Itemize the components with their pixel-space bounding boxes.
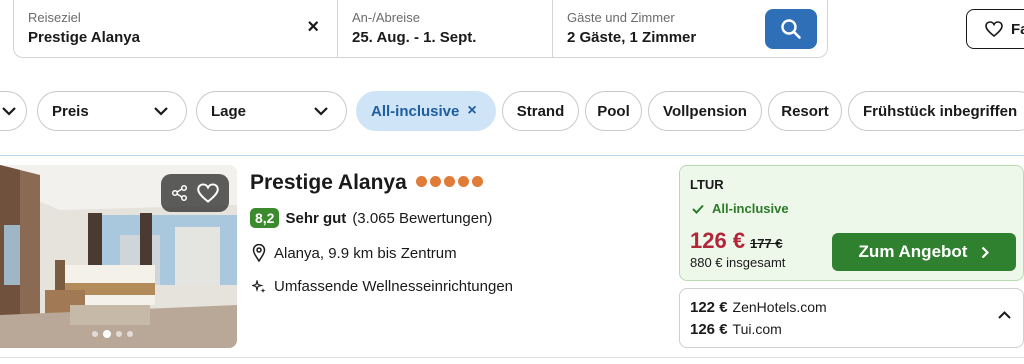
star-icon [430, 176, 441, 187]
main-offer[interactable]: LTUR All-inclusive 126 € 177 € 880 € ins… [679, 165, 1024, 281]
carousel-dot[interactable] [116, 331, 122, 337]
favorites-button[interactable]: Fa [966, 9, 1024, 49]
amenity-text: Umfassende Wellnesseinrichtungen [274, 278, 514, 295]
hotel-stars [416, 176, 483, 187]
offer-old-price: 177 € [750, 236, 783, 251]
other-offer-price: 122 € [690, 299, 728, 316]
filter-chip-location[interactable]: Lage [196, 91, 347, 131]
other-offer-row[interactable]: 122 € ZenHotels.com [690, 299, 827, 316]
offer-inclusion-text: All-inclusive [712, 201, 789, 216]
dates-label: An-/Abreise [352, 10, 420, 25]
search-icon [781, 19, 801, 39]
filter-chip-label: Preis [52, 102, 89, 120]
filter-chip-beach[interactable]: Strand [502, 91, 579, 131]
card-bottom-border [0, 357, 1024, 358]
filter-chip-label: Pool [597, 102, 630, 120]
sparkle-icon [252, 279, 266, 293]
filter-chip-label: Resort [781, 102, 829, 120]
offer-inclusion: All-inclusive [692, 201, 789, 216]
search-bar: Reiseziel Prestige Alanya × An-/Abreise … [13, 0, 828, 58]
view-deal-label: Zum Angebot [858, 242, 968, 261]
filter-chip-price[interactable]: Preis [37, 91, 187, 131]
heart-icon[interactable] [197, 183, 219, 203]
destination-label: Reiseziel [28, 10, 81, 25]
carousel-dot[interactable] [103, 330, 111, 338]
destination-value[interactable]: Prestige Alanya [28, 29, 323, 46]
star-icon [458, 176, 469, 187]
filter-chip-pool[interactable]: Pool [585, 91, 642, 131]
dates-field[interactable]: An-/Abreise 25. Aug. - 1. Sept. [338, 0, 553, 57]
guests-label: Gäste und Zimmer [567, 10, 675, 25]
offer-total: 880 € insgesamt [690, 255, 786, 270]
map-pin-icon [252, 244, 266, 262]
filter-chip-breakfast[interactable]: Frühstück inbegriffen [848, 91, 1024, 131]
search-button[interactable] [765, 9, 817, 49]
destination-field[interactable]: Reiseziel Prestige Alanya × [14, 0, 338, 57]
offer-price: 126 € [690, 228, 746, 253]
star-icon [472, 176, 483, 187]
filter-chip-all-inclusive[interactable]: All-inclusive × [356, 91, 496, 131]
rating-word: Sehr gut [285, 209, 347, 227]
favorites-label: Fa [1011, 20, 1024, 38]
other-offer-provider: ZenHotels.com [732, 299, 827, 315]
checkmark-icon [692, 204, 704, 214]
photo-carousel-dots [92, 330, 133, 338]
other-offer-row[interactable]: 126 € Tui.com [690, 321, 782, 338]
dates-value[interactable]: 25. Aug. - 1. Sept. [352, 29, 538, 46]
offer-provider: LTUR [690, 177, 724, 192]
remove-filter-icon[interactable]: × [467, 102, 476, 120]
filter-chip-label: Strand [516, 102, 565, 120]
filter-chip-full-board[interactable]: Vollpension [648, 91, 762, 131]
carousel-dot[interactable] [127, 331, 133, 337]
hotel-name[interactable]: Prestige Alanya [250, 171, 407, 195]
filter-chip-resort[interactable]: Resort [768, 91, 842, 131]
photo-actions [161, 174, 229, 212]
results-divider [0, 155, 1024, 156]
guests-field[interactable]: Gäste und Zimmer 2 Gäste, 1 Zimmer [553, 0, 763, 57]
heart-icon [985, 21, 1003, 37]
filter-chip-label: All-inclusive [371, 102, 460, 120]
chevron-down-icon [154, 106, 168, 116]
hotel-rating[interactable]: 8,2 Sehr gut (3.065 Bewertungen) [250, 208, 492, 228]
carousel-dot[interactable] [92, 331, 98, 337]
other-offer-provider: Tui.com [732, 321, 782, 337]
star-icon [416, 176, 427, 187]
chevron-right-icon [982, 246, 990, 258]
chevron-down-icon [2, 106, 16, 116]
chevron-down-icon [314, 106, 328, 116]
clear-destination-icon[interactable]: × [307, 17, 319, 37]
other-offer-price: 126 € [690, 321, 728, 338]
other-offers: 122 € ZenHotels.com 126 € Tui.com [679, 288, 1024, 348]
hotel-amenity: Umfassende Wellnesseinrichtungen [252, 278, 513, 295]
chevron-up-icon[interactable] [998, 311, 1011, 319]
hotel-location: Alanya, 9.9 km bis Zentrum [252, 244, 457, 262]
guests-value[interactable]: 2 Gäste, 1 Zimmer [567, 29, 749, 46]
filter-bar: Preis Lage All-inclusive × Strand Pool V… [0, 91, 1024, 131]
star-icon [444, 176, 455, 187]
rating-score: 8,2 [250, 208, 280, 228]
filter-chip-label: Vollpension [663, 102, 747, 120]
view-deal-button[interactable]: Zum Angebot [832, 233, 1016, 271]
filter-chip-label: Frühstück inbegriffen [863, 102, 1018, 120]
filter-chip-label: Lage [211, 102, 247, 120]
filter-chip-previous[interactable] [0, 91, 27, 131]
review-count: (3.065 Bewertungen) [352, 209, 493, 227]
location-text: Alanya, 9.9 km bis Zentrum [274, 244, 457, 262]
share-icon[interactable] [171, 184, 189, 202]
